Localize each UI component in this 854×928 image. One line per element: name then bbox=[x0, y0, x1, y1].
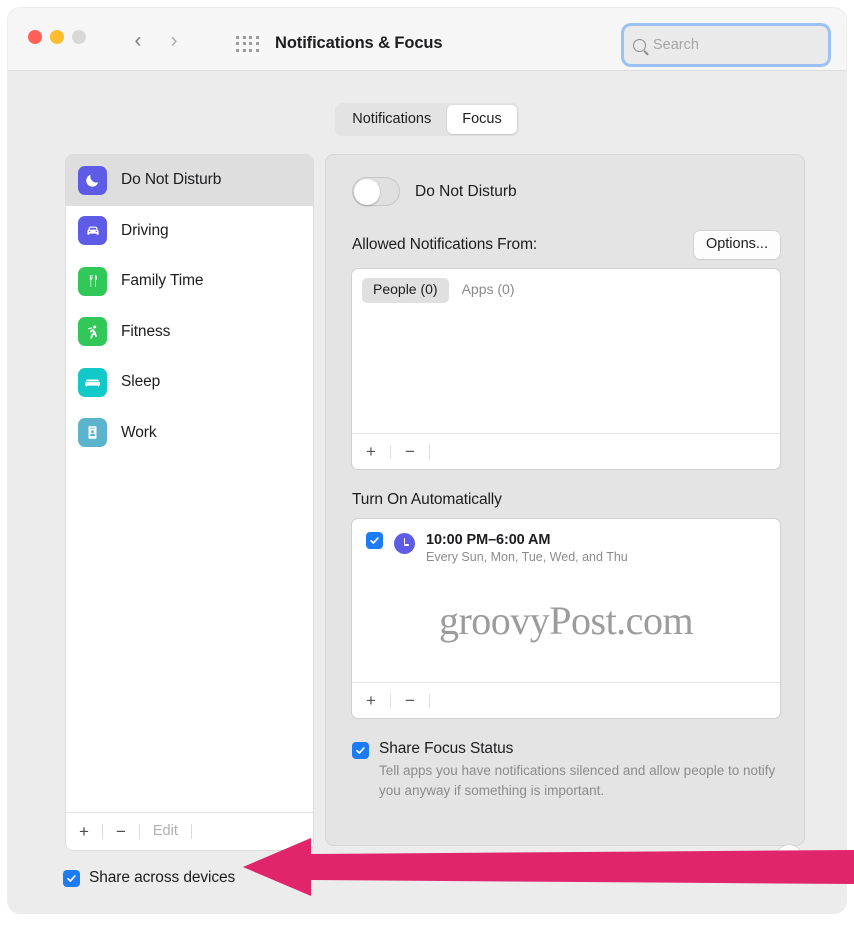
divider bbox=[101, 824, 103, 839]
focus-sidebar: Do Not Disturb Driving Family Time Fitne… bbox=[66, 155, 313, 850]
schedule-checkbox[interactable] bbox=[366, 532, 383, 550]
do-not-disturb-row: Do Not Disturb bbox=[352, 177, 780, 206]
sidebar-item-label: Sleep bbox=[121, 373, 161, 391]
sidebar-item-family-time[interactable]: Family Time bbox=[66, 256, 313, 307]
bed-icon bbox=[78, 367, 107, 397]
runner-icon bbox=[78, 317, 107, 347]
checkbox-checked-icon bbox=[63, 869, 80, 887]
schedule-row[interactable]: 10:00 PM–6:00 AM Every Sun, Mon, Tue, We… bbox=[352, 519, 780, 564]
divider bbox=[428, 693, 430, 708]
schedule-toolbar: + − bbox=[352, 682, 780, 718]
sidebar-item-sleep[interactable]: Sleep bbox=[66, 357, 313, 408]
allowed-tabs: People (0) Apps (0) bbox=[352, 269, 780, 303]
sidebar-item-do-not-disturb[interactable]: Do Not Disturb bbox=[66, 155, 313, 206]
sidebar-item-label: Family Time bbox=[121, 272, 204, 290]
cutlery-icon bbox=[78, 266, 107, 296]
share-across-devices-label: Share across devices bbox=[89, 869, 236, 886]
navigation-arrows: ‹ › bbox=[125, 27, 187, 53]
sidebar-item-fitness[interactable]: Fitness bbox=[66, 307, 313, 358]
focus-detail-panel: Do Not Disturb Allowed Notifications Fro… bbox=[326, 155, 804, 845]
do-not-disturb-toggle[interactable] bbox=[352, 177, 400, 206]
zoom-button[interactable] bbox=[72, 30, 86, 44]
add-focus-button[interactable]: + bbox=[79, 823, 102, 840]
share-focus-status-description: Tell apps you have notifications silence… bbox=[379, 763, 776, 798]
badge-icon bbox=[78, 418, 107, 448]
page-title: Notifications & Focus bbox=[275, 34, 443, 52]
tab-notifications[interactable]: Notifications bbox=[337, 105, 446, 134]
search-input[interactable] bbox=[653, 37, 819, 53]
add-allowed-button[interactable]: + bbox=[366, 443, 390, 460]
sidebar-item-label: Work bbox=[121, 423, 157, 441]
share-focus-status-label: Share Focus Status bbox=[379, 740, 514, 758]
options-button[interactable]: Options... bbox=[693, 231, 780, 260]
tab-apps[interactable]: Apps (0) bbox=[451, 278, 526, 303]
minimize-button[interactable] bbox=[50, 30, 64, 44]
tab-people[interactable]: People (0) bbox=[362, 278, 449, 303]
sidebar-item-label: Fitness bbox=[121, 322, 171, 340]
share-across-devices-checkbox[interactable]: Share across devices bbox=[63, 869, 235, 887]
moon-icon bbox=[78, 165, 107, 195]
watermark: groovyPost.com bbox=[438, 598, 694, 644]
divider bbox=[138, 824, 140, 839]
close-button[interactable] bbox=[28, 30, 42, 44]
add-schedule-button[interactable]: + bbox=[366, 692, 390, 709]
allowed-list-toolbar: + − bbox=[352, 433, 780, 469]
share-focus-status-text: Share Focus Status Tell apps you have no… bbox=[379, 740, 780, 799]
edit-focus-button[interactable]: Edit bbox=[153, 824, 191, 839]
divider bbox=[428, 444, 430, 459]
segmented-tabs: Notifications Focus bbox=[8, 103, 846, 137]
search-field[interactable] bbox=[624, 26, 828, 64]
forward-chevron-icon[interactable]: › bbox=[161, 27, 187, 53]
help-button[interactable]: ? bbox=[776, 845, 802, 871]
share-focus-status-checkbox[interactable] bbox=[352, 742, 369, 760]
search-icon bbox=[633, 38, 646, 52]
remove-focus-button[interactable]: − bbox=[116, 823, 139, 840]
focus-list: Do Not Disturb Driving Family Time Fitne… bbox=[66, 155, 313, 812]
sidebar-item-label: Driving bbox=[121, 221, 169, 239]
allowed-notifications-header: Allowed Notifications From: Options... bbox=[352, 231, 780, 260]
share-focus-status-row: Share Focus Status Tell apps you have no… bbox=[352, 740, 780, 799]
sidebar-footer-toolbar: + − Edit bbox=[66, 812, 313, 850]
schedule-time: 10:00 PM–6:00 AM bbox=[426, 532, 551, 549]
allowed-notifications-box: People (0) Apps (0) + − bbox=[352, 269, 780, 470]
sidebar-item-work[interactable]: Work bbox=[66, 408, 313, 459]
back-chevron-icon[interactable]: ‹ bbox=[125, 27, 151, 53]
schedule-days: Every Sun, Mon, Tue, Wed, and Thu bbox=[426, 550, 628, 565]
turn-on-automatically-title: Turn On Automatically bbox=[352, 491, 502, 509]
sidebar-item-driving[interactable]: Driving bbox=[66, 206, 313, 257]
divider bbox=[190, 824, 192, 839]
allowed-list bbox=[352, 303, 780, 434]
remove-allowed-button[interactable]: − bbox=[405, 443, 429, 460]
window-titlebar: ‹ › Notifications & Focus bbox=[8, 8, 846, 71]
schedule-text: 10:00 PM–6:00 AM Every Sun, Mon, Tue, We… bbox=[426, 532, 628, 564]
sidebar-item-label: Do Not Disturb bbox=[121, 171, 222, 189]
do-not-disturb-label: Do Not Disturb bbox=[415, 182, 517, 200]
tab-focus[interactable]: Focus bbox=[447, 105, 517, 135]
car-icon bbox=[78, 216, 107, 246]
remove-schedule-button[interactable]: − bbox=[405, 692, 429, 709]
divider bbox=[389, 693, 391, 708]
traffic-lights bbox=[28, 30, 86, 44]
divider bbox=[389, 444, 391, 459]
system-preferences-window: ‹ › Notifications & Focus Notifications … bbox=[8, 8, 846, 913]
turn-on-automatically-box: 10:00 PM–6:00 AM Every Sun, Mon, Tue, We… bbox=[352, 519, 780, 719]
allowed-notifications-title: Allowed Notifications From: bbox=[352, 236, 538, 254]
clock-icon bbox=[394, 533, 415, 555]
grid-icon[interactable] bbox=[236, 36, 260, 53]
